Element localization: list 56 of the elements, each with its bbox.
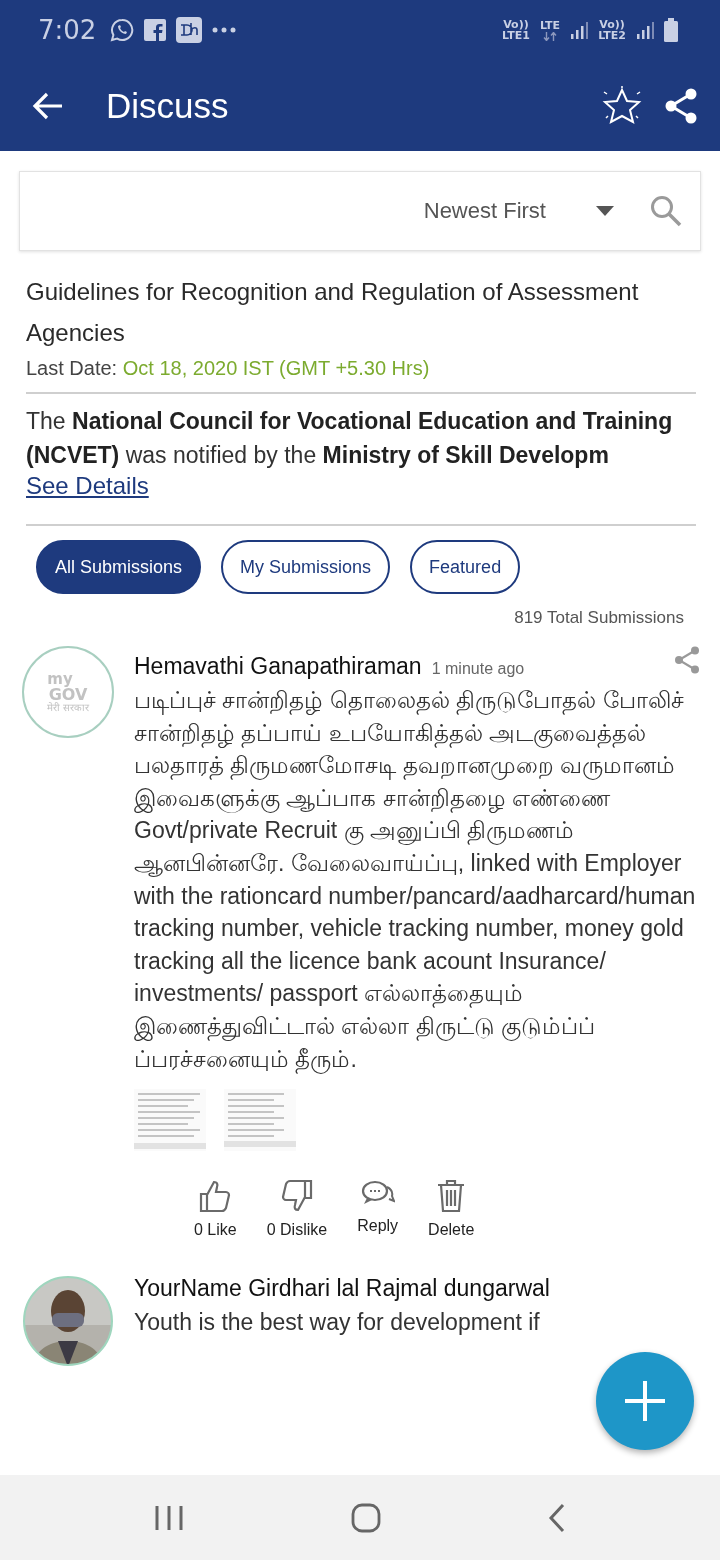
last-date-value: Oct 18, 2020 IST (GMT +5.30 Hrs) [122, 357, 430, 379]
home-icon [351, 1502, 381, 1533]
star-icon [600, 85, 644, 126]
submissions-tab[interactable]: All Submissions [36, 540, 202, 594]
network-label: LTE [539, 19, 561, 31]
status-time: 7:02 [38, 15, 97, 45]
comment-text: படிப்புச் சான்றிதழ் தொலைதல் திருடுபோதல் போலிச் சான்றிதழ் தப்பாய் உபயோகித்தல் அடகுவைத்தல் பலதாரத் திருமணமோசடி தவறானமுறை வருமானம் இவைகளுக்கு ஆப்பாக சான்றிதழை எண்ணை Govt/private Recruit கு அனுப்பி திருமணம் ஆனபின்னரே. வேலைவாய்ப்பு, linked with Employer with the rationcard number/pancard/aadharcard/human tracking number, vehicle tracking number, money gold tracking all the licence bank acount Insurance/ investments/ passport எல்லாத்தையும் இணைத்துவிட்டால் எல்லா திருட்டு குடும்ப்ப் ப்பரச்சனையும் தீரும். [134, 686, 697, 1076]
logo-text: my [47, 671, 73, 687]
add-button[interactable] [596, 1352, 694, 1450]
logo-text: GOV [48, 686, 88, 703]
search-icon [650, 195, 682, 227]
trash-icon [436, 1179, 467, 1214]
sim-label: Vo)) LTE1 [502, 19, 530, 41]
app-icon [176, 17, 203, 43]
signal-icon [570, 21, 589, 39]
reply-button[interactable]: Reply [357, 1179, 399, 1240]
last-date-label: Last Date: [26, 357, 118, 379]
back-button[interactable] [32, 91, 64, 120]
sim-label: Vo)) LTE2 [598, 19, 626, 41]
see-details-link[interactable]: See Details [26, 472, 149, 500]
topic-title: Guidelines for Recognition and Regulation of Assessment Agencies [26, 277, 640, 348]
caret-icon [596, 206, 614, 216]
facebook-icon [144, 19, 167, 41]
favorite-button[interactable] [600, 85, 644, 126]
post-time: 1 minute ago [431, 660, 525, 678]
thumbs-down-icon [279, 1179, 314, 1214]
comment-text: Youth is the best way for development if [134, 1308, 541, 1338]
sort-dropdown[interactable]: Newest First [423, 198, 614, 224]
delete-button[interactable]: Delete [428, 1179, 475, 1240]
back-button[interactable] [548, 1502, 567, 1533]
recent-apps-icon [153, 1504, 184, 1531]
back-icon [32, 91, 64, 120]
more-icon [212, 27, 237, 33]
total-submissions: 819 Total Submissions [513, 607, 685, 628]
chat-icon [110, 18, 135, 42]
share-icon [674, 646, 700, 674]
logo-text: मेरी सरकार [46, 702, 90, 713]
submissions-tab[interactable]: Featured [410, 540, 521, 594]
battery-icon [664, 18, 678, 42]
plus-icon [623, 1379, 667, 1423]
author-name: YourName Girdhari lal Rajmal dungarwal [134, 1275, 550, 1303]
data-arrows-icon [543, 31, 557, 41]
share-icon [664, 87, 698, 124]
thumbs-up-icon [198, 1179, 233, 1214]
back-icon [548, 1502, 567, 1533]
search-button[interactable] [650, 195, 682, 227]
signal-icon [636, 21, 654, 39]
submissions-tab[interactable]: My Submissions [221, 540, 391, 594]
home-button[interactable] [351, 1502, 381, 1533]
topic-description: The National Council for Vocational Education and Training (NCVET) was notified by the Ministry of Skill Developm [26, 407, 674, 470]
dislike-button[interactable]: 0 Dislike [266, 1179, 328, 1240]
like-button[interactable]: 0 Like [194, 1179, 237, 1240]
author-name: Hemavathi Ganapathiraman [134, 653, 422, 680]
share-button[interactable] [664, 87, 698, 124]
recent-apps-button[interactable] [153, 1504, 184, 1531]
screen-title: Discuss [106, 85, 229, 126]
